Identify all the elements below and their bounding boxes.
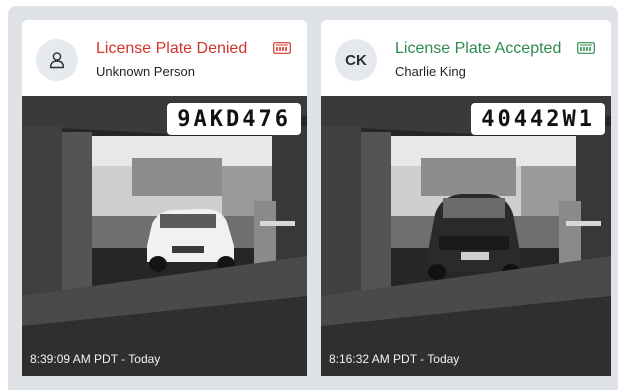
person-name: Unknown Person xyxy=(96,64,195,79)
camera-snapshot[interactable]: 9AKD476 8:39:09 AM PDT - Today xyxy=(22,96,307,376)
parking-garage-scene xyxy=(321,96,611,376)
event-card-accepted[interactable]: CK License Plate Accepted Charlie King 4… xyxy=(321,20,611,376)
parking-garage-scene xyxy=(22,96,307,376)
event-card-denied[interactable]: License Plate Denied Unknown Person 9AKD… xyxy=(22,20,307,376)
event-timestamp: 8:39:09 AM PDT - Today xyxy=(30,352,161,366)
license-plate-icon xyxy=(577,42,595,54)
plate-status: License Plate Denied xyxy=(96,40,248,57)
events-panel: License Plate Denied Unknown Person 9AKD… xyxy=(8,6,618,390)
plate-number: 9AKD476 xyxy=(167,103,301,135)
person-name: Charlie King xyxy=(395,64,466,79)
event-timestamp: 8:16:32 AM PDT - Today xyxy=(329,352,460,366)
camera-snapshot[interactable]: 40442W1 8:16:32 AM PDT - Today xyxy=(321,96,611,376)
person-outline-icon xyxy=(49,52,65,69)
plate-number: 40442W1 xyxy=(471,103,605,135)
event-header: CK License Plate Accepted Charlie King xyxy=(321,20,611,96)
event-header: License Plate Denied Unknown Person xyxy=(22,20,307,96)
plate-status: License Plate Accepted xyxy=(395,40,562,57)
avatar xyxy=(36,39,78,81)
avatar: CK xyxy=(335,39,377,81)
license-plate-icon xyxy=(273,42,291,54)
